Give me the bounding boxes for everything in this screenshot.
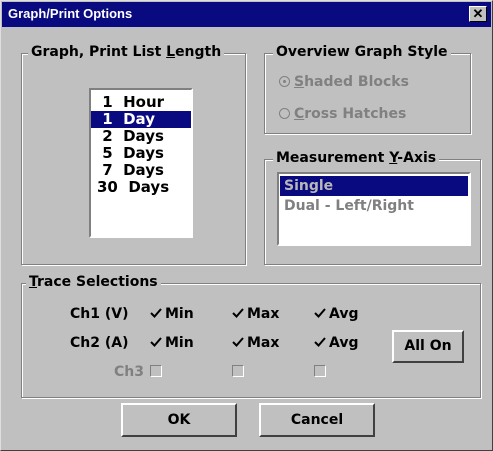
length-legend-prefix: Graph, Print List [31,44,167,60]
ch3-avg-checkbox [314,364,329,380]
radio-dot-cross-icon [279,107,290,119]
length-legend-suffix: ength [175,44,222,60]
overview-group-legend: Overview Graph Style [273,44,451,60]
ch2-avg-label: Avg [329,335,359,351]
ch1-min-check-icon [150,307,162,319]
radio-shaded-blocks[interactable]: Shaded Blocks [279,74,409,90]
radio-dot-shaded-icon [279,75,290,87]
trace-group: Trace Selections Ch1 (V) Min Max Avg Ch2… [21,274,481,398]
measurement-listbox[interactable]: Single Dual - Left/Right [277,172,471,246]
cross-mnemonic: C [294,106,305,122]
trace-legend-suffix: race Selections [37,274,158,290]
ch1-max-label: Max [247,306,280,322]
measurement-group: Measurement Y-Axis Single Dual - Left/Ri… [264,150,481,265]
trace-legend-mnemonic: T [29,274,38,290]
ch1-max-check-icon [232,307,244,319]
shaded-mnemonic: S [294,74,305,90]
length-group-legend: Graph, Print List Length [28,44,225,60]
cancel-button[interactable]: Cancel [259,403,375,437]
ok-button[interactable]: OK [121,403,237,437]
ch2-max-check-icon [232,336,244,348]
ch2-label: Ch2 (A) [70,335,129,351]
trace-group-legend: Trace Selections [26,274,161,290]
length-listbox[interactable]: 1 Hour 1 Day 2 Days 5 Days 7 Days 30 Day… [89,88,193,238]
close-icon: ✕ [472,6,484,21]
measurement-legend-suffix: -Axis [397,150,437,166]
ch3-min-checkbox [150,364,165,380]
ch2-min-label: Min [165,335,194,351]
ch2-max-checkbox[interactable]: Max [232,335,279,351]
ch3-avg-box-icon [314,365,326,377]
ch1-max-checkbox[interactable]: Max [232,306,279,322]
length-item-2-days[interactable]: 2 Days [91,128,191,145]
measurement-legend-prefix: Measurement [276,150,390,166]
measurement-item-single[interactable]: Single [280,176,468,196]
ch2-min-checkbox[interactable]: Min [150,335,194,351]
title-bar[interactable]: Graph/Print Options ✕ [2,2,491,27]
ch1-min-checkbox[interactable]: Min [150,306,194,322]
length-item-30-days[interactable]: 30 Days [91,179,191,196]
window-title: Graph/Print Options [8,6,133,21]
measurement-group-legend: Measurement Y-Axis [273,150,440,166]
ch1-label: Ch1 (V) [70,306,129,322]
measurement-item-dual[interactable]: Dual - Left/Right [280,196,468,216]
ch3-max-box-icon [232,365,244,377]
ch2-avg-check-icon [314,336,326,348]
length-legend-mnemonic: L [166,44,176,60]
ch1-avg-label: Avg [329,306,359,322]
ch1-avg-check-icon [314,307,326,319]
ch2-min-check-icon [150,336,162,348]
close-button[interactable]: ✕ [469,6,487,22]
graph-print-options-dialog: Graph/Print Options ✕ Graph, Print List … [0,0,493,451]
ch3-max-checkbox [232,364,247,380]
cross-label: ross Hatches [304,106,407,122]
length-item-1-day[interactable]: 1 Day [91,111,191,128]
length-group: Graph, Print List Length 1 Hour 1 Day 2 … [21,44,246,265]
length-item-7-days[interactable]: 7 Days [91,162,191,179]
radio-cross-hatches[interactable]: Cross Hatches [279,106,406,122]
ch1-min-label: Min [165,306,194,322]
all-on-button[interactable]: All On [392,330,464,363]
length-item-1-hour[interactable]: 1 Hour [91,94,191,111]
ch1-avg-checkbox[interactable]: Avg [314,306,358,322]
length-item-5-days[interactable]: 5 Days [91,145,191,162]
ch2-avg-checkbox[interactable]: Avg [314,335,358,351]
shaded-label: haded Blocks [304,74,409,90]
ch2-max-label: Max [247,335,280,351]
overview-group: Overview Graph Style Shaded Blocks Cross… [264,44,471,134]
ch3-min-box-icon [150,365,162,377]
ch3-label: Ch3 [114,364,144,380]
